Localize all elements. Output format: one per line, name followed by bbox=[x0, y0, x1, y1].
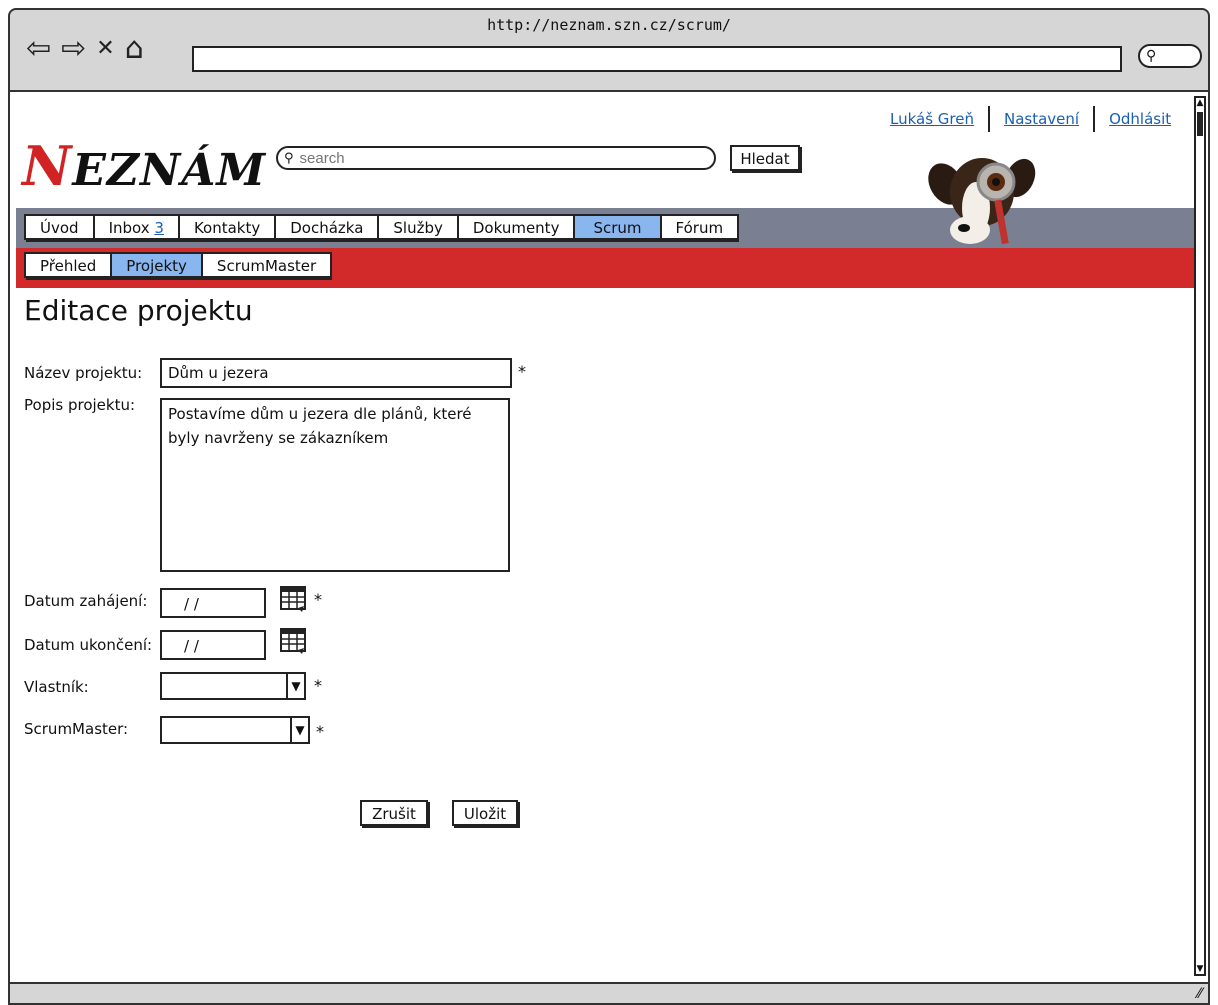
project-description-textarea[interactable]: Postavíme dům u jezera dle plánů, které … bbox=[160, 398, 510, 572]
vertical-scrollbar[interactable]: ▲ ▼ bbox=[1194, 96, 1206, 976]
required-mark: * bbox=[316, 722, 324, 741]
settings-link[interactable]: Nastavení bbox=[1004, 110, 1079, 128]
tab-label: Projekty bbox=[126, 257, 187, 275]
browser-nav-icons: ⇦ ⇨ ✕ ⌂ bbox=[26, 34, 144, 64]
start-date-label: Datum zahájení: bbox=[24, 592, 148, 610]
close-icon[interactable]: ✕ bbox=[96, 34, 114, 64]
site-logo[interactable]: NEZNÁM bbox=[22, 134, 266, 198]
tab-dokumenty[interactable]: Dokumenty bbox=[456, 214, 576, 240]
tab-uvod[interactable]: Úvod bbox=[24, 214, 95, 240]
required-mark: * bbox=[314, 676, 322, 695]
sub-nav-bar: Přehled Projekty ScrumMaster bbox=[16, 248, 1194, 288]
required-mark: * bbox=[518, 362, 526, 381]
inbox-count-badge[interactable]: 3 bbox=[154, 219, 164, 237]
date-value: / / bbox=[184, 595, 199, 613]
owner-label: Vlastník: bbox=[24, 678, 89, 696]
dog-mascot-image bbox=[928, 158, 1036, 245]
browser-search-field[interactable]: ⚲ bbox=[1138, 44, 1202, 68]
tab-dochazka[interactable]: Docházka bbox=[274, 214, 380, 240]
dog-nose bbox=[958, 224, 970, 232]
tab-label: Úvod bbox=[40, 219, 79, 237]
cancel-button[interactable]: Zrušit bbox=[360, 800, 428, 826]
subtab-projekty[interactable]: Projekty bbox=[110, 252, 203, 278]
address-bar[interactable] bbox=[192, 46, 1122, 72]
tab-inbox[interactable]: Inbox 3 bbox=[92, 214, 180, 240]
resize-grip-icon[interactable]: ⁄⁄ bbox=[1197, 986, 1202, 1002]
scrollbar-thumb[interactable] bbox=[1197, 112, 1203, 136]
user-name-link[interactable]: Lukáš Greň bbox=[890, 110, 974, 128]
scrummaster-select[interactable]: ▼ bbox=[160, 716, 310, 744]
scrummaster-label: ScrumMaster: bbox=[24, 720, 129, 738]
dog-pupil bbox=[992, 178, 1000, 186]
start-date-field[interactable]: / / bbox=[160, 588, 266, 618]
logout-link[interactable]: Odhlásit bbox=[1109, 110, 1171, 128]
logo-text: EZNÁM bbox=[72, 145, 267, 196]
end-date-field[interactable]: / / bbox=[160, 630, 266, 660]
tab-label: Inbox bbox=[108, 219, 155, 237]
back-arrow-icon[interactable]: ⇦ bbox=[26, 34, 51, 64]
tab-label: Kontakty bbox=[193, 219, 261, 237]
search-button[interactable]: Hledat bbox=[730, 145, 800, 171]
project-description-label: Popis projektu: bbox=[24, 396, 136, 414]
scroll-down-icon[interactable]: ▼ bbox=[1196, 964, 1204, 974]
tab-label: Dokumenty bbox=[472, 219, 560, 237]
subtab-scrummaster[interactable]: ScrumMaster bbox=[200, 252, 333, 278]
calendar-icon[interactable] bbox=[280, 586, 306, 612]
browser-toolbar: http://neznam.szn.cz/scrum/ ⇦ ⇨ ✕ ⌂ ⚲ bbox=[8, 8, 1210, 92]
tab-sluzby[interactable]: Služby bbox=[377, 214, 459, 240]
search-input[interactable] bbox=[297, 148, 702, 168]
home-icon[interactable]: ⌂ bbox=[125, 34, 144, 64]
required-mark: * bbox=[314, 590, 322, 609]
divider bbox=[1093, 106, 1096, 132]
tab-forum[interactable]: Fórum bbox=[659, 214, 740, 240]
end-date-label: Datum ukončení: bbox=[24, 636, 153, 654]
chevron-down-icon[interactable]: ▼ bbox=[286, 674, 304, 698]
tab-label: Přehled bbox=[40, 257, 97, 275]
project-name-label: Název projektu: bbox=[24, 364, 143, 382]
divider bbox=[988, 106, 990, 132]
calendar-icon[interactable] bbox=[280, 628, 306, 654]
user-links: Lukáš Greň Nastavení Odhlásit bbox=[890, 106, 1171, 132]
main-nav-tabs: Úvod Inbox 3 Kontakty Docházka Služby Do… bbox=[24, 214, 740, 240]
owner-select[interactable]: ▼ bbox=[160, 672, 306, 700]
project-name-field[interactable]: Dům u jezera bbox=[160, 358, 512, 388]
logo-initial: N bbox=[22, 134, 73, 198]
chevron-down-icon[interactable]: ▼ bbox=[290, 718, 308, 742]
site-search-box: ⚲ bbox=[276, 146, 716, 170]
page-title: Editace projektu bbox=[24, 294, 253, 327]
tab-label: Fórum bbox=[675, 219, 724, 237]
date-value: / / bbox=[184, 637, 199, 655]
tab-label: Scrum bbox=[593, 219, 642, 237]
search-icon: ⚲ bbox=[284, 150, 294, 166]
dog-muzzle bbox=[950, 216, 990, 244]
window-title: http://neznam.szn.cz/scrum/ bbox=[487, 16, 731, 34]
sub-nav-tabs: Přehled Projekty ScrumMaster bbox=[24, 252, 333, 278]
tab-kontakty[interactable]: Kontakty bbox=[177, 214, 277, 240]
scroll-up-icon[interactable]: ▲ bbox=[1196, 98, 1204, 108]
subtab-prehled[interactable]: Přehled bbox=[24, 252, 113, 278]
tab-label: ScrumMaster bbox=[216, 257, 317, 275]
save-button[interactable]: Uložit bbox=[452, 800, 518, 826]
tab-label: Docházka bbox=[290, 219, 364, 237]
tab-label: Služby bbox=[393, 219, 443, 237]
search-icon: ⚲ bbox=[1146, 48, 1157, 64]
status-bar: ⁄⁄ bbox=[8, 982, 1210, 1005]
forward-arrow-icon[interactable]: ⇨ bbox=[61, 34, 86, 64]
tab-scrum[interactable]: Scrum bbox=[573, 214, 662, 240]
